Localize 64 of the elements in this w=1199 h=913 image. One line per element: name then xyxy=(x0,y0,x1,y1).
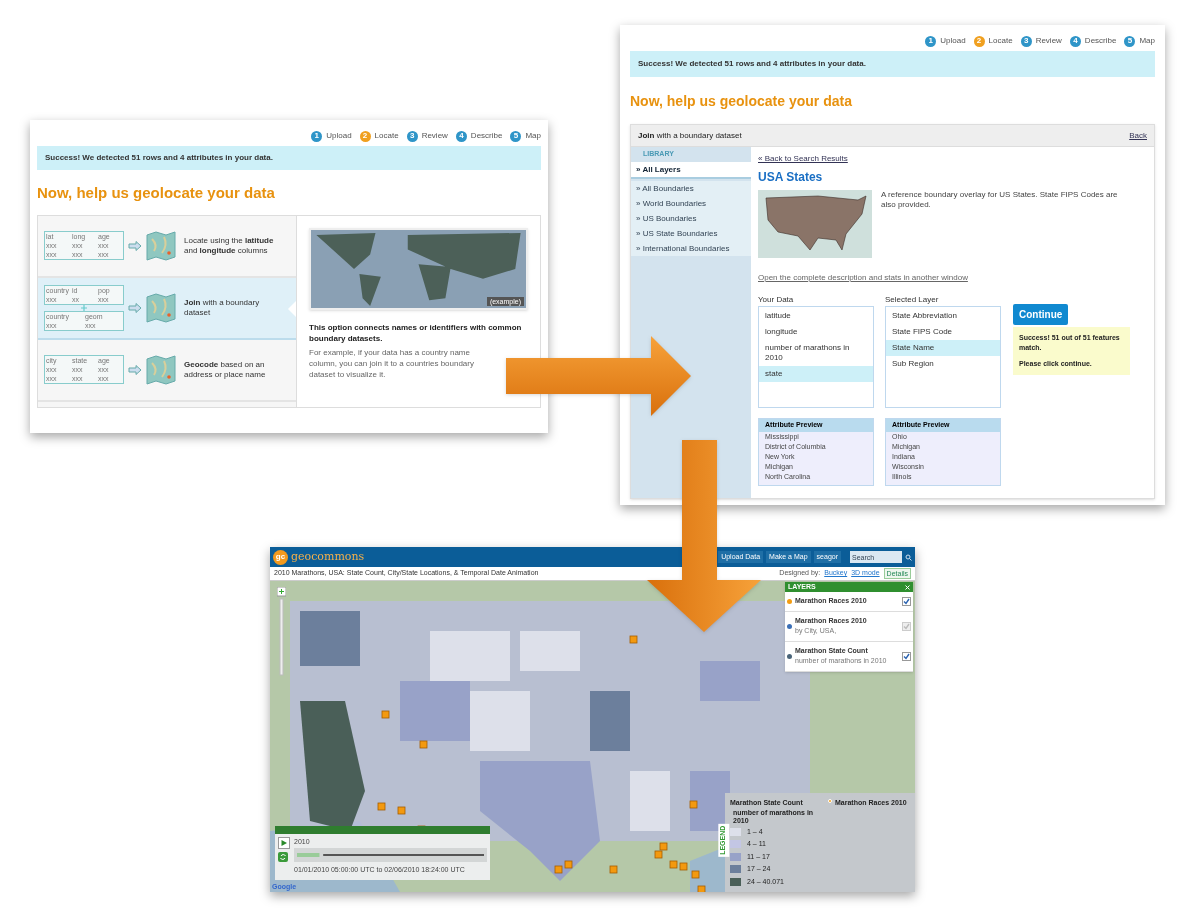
page-heading: Now, help us geolocate your data xyxy=(630,92,853,111)
checkmark-icon xyxy=(903,597,910,605)
step-label: Upload xyxy=(940,35,966,47)
step-number: 3 xyxy=(406,130,418,142)
list-label: Selected Layer xyxy=(885,294,940,306)
play-icon xyxy=(281,840,287,846)
step-label: Locate xyxy=(988,35,1013,47)
checkmark-icon xyxy=(903,622,910,630)
layer-description: A reference boundary overlay for US States. State FIPS Codes are also provided. xyxy=(881,190,1119,211)
list-item[interactable]: state xyxy=(759,366,873,382)
arrow-icon xyxy=(128,240,142,251)
list-item[interactable]: State Name xyxy=(886,340,1000,356)
library-item[interactable]: » All Layers xyxy=(631,161,751,179)
list-label: Your Data xyxy=(758,294,795,306)
success-banner: Success! We detected 51 rows and 4 attributes in your data. xyxy=(37,146,541,170)
step-number: 4 xyxy=(1069,35,1081,47)
logo-text: geocommons xyxy=(291,548,365,565)
step-label: Review xyxy=(1035,35,1062,47)
page-heading: Now, help us geolocate your data xyxy=(37,183,276,203)
step-number: 5 xyxy=(1124,35,1136,47)
zoom-control-icon[interactable] xyxy=(277,587,286,677)
back-to-results-link[interactable]: « Back to Search Results xyxy=(758,153,848,165)
folded-map-icon xyxy=(146,354,176,385)
point-marker-icon xyxy=(828,799,832,803)
step-number: 2 xyxy=(973,35,985,47)
close-icon[interactable] xyxy=(905,584,910,590)
step-number: 1 xyxy=(311,130,323,142)
step-number: 1 xyxy=(925,35,937,47)
play-button[interactable] xyxy=(278,837,290,849)
refresh-icon[interactable] xyxy=(278,852,288,862)
continue-button[interactable]: Continue xyxy=(1013,304,1069,325)
option-text: Geocode based on an address or place name xyxy=(184,359,267,380)
library-item[interactable]: » All Boundaries xyxy=(631,180,751,196)
plus-icon xyxy=(81,304,87,311)
option-text: Locate using the latitude and longitude columns xyxy=(184,235,275,256)
checkbox[interactable] xyxy=(902,596,911,606)
step-label: Map xyxy=(1139,35,1155,47)
layer-title: USA States xyxy=(758,169,824,186)
step-label: Describe xyxy=(470,130,503,142)
search-icon xyxy=(905,553,912,561)
checkbox[interactable] xyxy=(902,651,911,661)
step-label: Upload xyxy=(326,130,352,142)
open-description-link[interactable]: Open the complete description and stats in another window xyxy=(758,272,968,284)
checkmark-icon xyxy=(903,652,910,660)
step-number: 2 xyxy=(359,130,371,142)
step-number: 4 xyxy=(455,130,467,142)
folded-map-icon xyxy=(146,292,176,323)
step-number: 5 xyxy=(510,130,522,142)
step-number: 3 xyxy=(1020,35,1032,47)
back-link[interactable]: Back xyxy=(1129,129,1147,142)
arrow-icon xyxy=(128,364,142,375)
option-text: Join with a boundary dataset xyxy=(184,297,261,318)
logo-mark: gc xyxy=(273,549,288,565)
step-label: Review xyxy=(421,130,448,142)
description-text: For example, if your data has a country name column, you can join it to a countries boundary dataset to visualize it. xyxy=(309,346,475,380)
description-title: This option connects names or identifiers with common boundary datasets. xyxy=(309,321,523,344)
arrow-icon xyxy=(128,302,142,313)
step-label: Locate xyxy=(374,130,399,142)
card-title: Join with a boundary dataset xyxy=(638,129,742,142)
folded-map-icon xyxy=(146,230,176,261)
step-label: Describe xyxy=(1084,35,1117,47)
step-label: Map xyxy=(525,130,541,142)
timeline-track[interactable] xyxy=(294,847,487,862)
success-banner: Success! We detected 51 rows and 4 attributes in your data. xyxy=(630,51,1155,77)
